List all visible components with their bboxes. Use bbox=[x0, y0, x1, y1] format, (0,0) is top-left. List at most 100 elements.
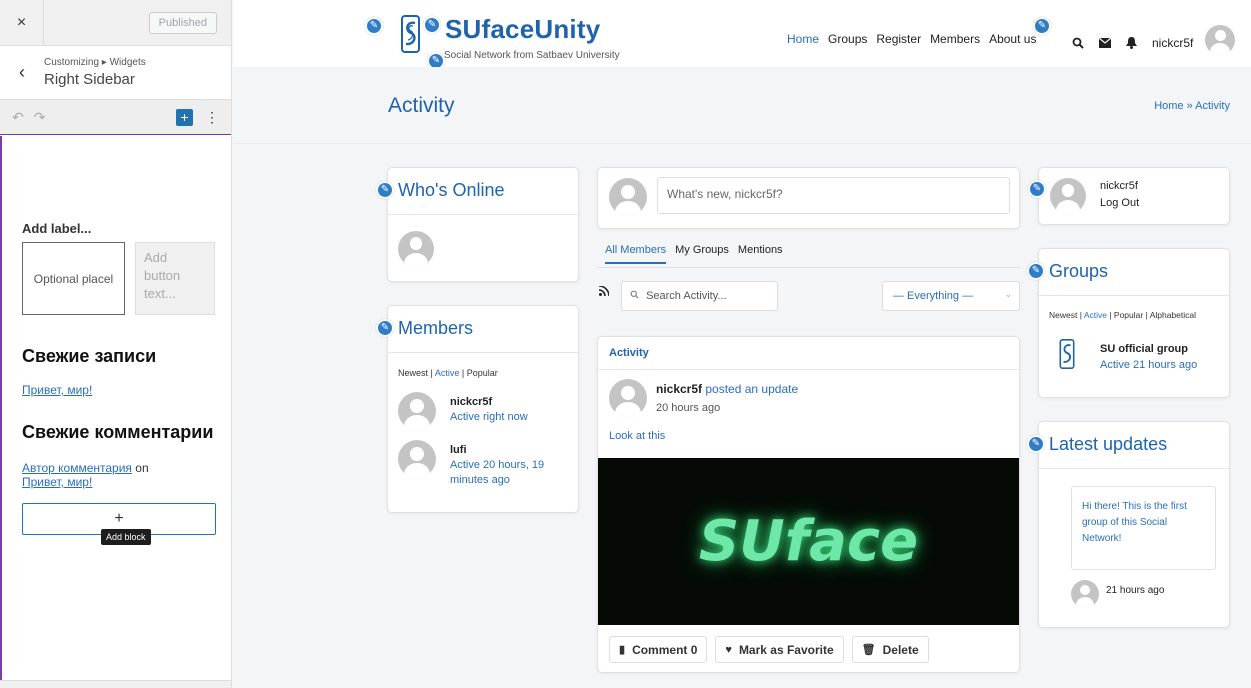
back-icon[interactable]: ‹ bbox=[0, 46, 44, 100]
comment-button[interactable]: ▮ Comment 0 bbox=[609, 636, 708, 663]
delete-button[interactable]: 🗑 Delete bbox=[851, 636, 929, 663]
nav-register[interactable]: Register bbox=[876, 32, 921, 46]
add-block-toggle-icon[interactable]: + bbox=[176, 108, 193, 126]
tab-mentions[interactable]: Mentions bbox=[738, 244, 783, 264]
activity-filter-select[interactable]: — Everything — ⌄ bbox=[882, 281, 1020, 311]
edit-pencil-icon[interactable]: ✎ bbox=[1027, 435, 1045, 453]
member-name[interactable]: lufi bbox=[450, 444, 560, 456]
mail-icon[interactable] bbox=[1099, 37, 1111, 48]
add-block-button[interactable]: + Add block bbox=[22, 503, 216, 545]
filter-popular[interactable]: Popular bbox=[1114, 310, 1143, 320]
widget-area: Add label... Optional placel Add button … bbox=[0, 136, 231, 681]
rss-icon[interactable] bbox=[599, 286, 609, 296]
widget-title: ✎ Who's Online bbox=[376, 168, 578, 215]
member-name[interactable]: nickcr5f bbox=[450, 396, 528, 408]
widget-title: ✎ Latest updates bbox=[1027, 422, 1229, 469]
close-icon[interactable]: × bbox=[0, 0, 44, 46]
comment-on-text: on bbox=[135, 461, 149, 475]
member-item: lufi Active 20 hours, 19 minutes ago bbox=[398, 440, 568, 488]
nav-home[interactable]: Home bbox=[787, 32, 819, 46]
nav-about[interactable]: About us bbox=[989, 32, 1036, 46]
edit-pencil-icon[interactable]: ✎ bbox=[1028, 180, 1046, 198]
edit-pencil-icon[interactable]: ✎ bbox=[1027, 262, 1045, 280]
customizer-panel: × Published ‹ Customizing ▸ Widgets Righ… bbox=[0, 0, 232, 688]
members-filters: Newest | Active | Popular bbox=[398, 368, 498, 378]
favorite-label: Mark as Favorite bbox=[738, 642, 834, 657]
tabs-divider bbox=[597, 267, 1020, 268]
trash-icon: 🗑 bbox=[861, 644, 876, 656]
breadcrumb[interactable]: Home » Activity bbox=[1154, 100, 1230, 112]
group-avatar-icon[interactable] bbox=[1059, 339, 1075, 369]
published-button[interactable]: Published bbox=[148, 11, 217, 34]
avatar[interactable] bbox=[1050, 178, 1086, 214]
filter-newest[interactable]: Newest bbox=[398, 368, 428, 378]
recent-posts-heading: Свежие записи bbox=[22, 346, 157, 366]
latest-updates-widget: ✎ Latest updates Hi there! This is the f… bbox=[1027, 421, 1230, 628]
customizer-section-title: Right Sidebar bbox=[44, 71, 135, 88]
latest-updates-title: Latest updates bbox=[1049, 434, 1168, 454]
customizer-footer bbox=[0, 680, 231, 688]
avatar[interactable] bbox=[609, 379, 647, 417]
whats-new-input[interactable]: What's new, nickcr5f? bbox=[657, 177, 1010, 214]
user-name[interactable]: nickcr5f bbox=[1100, 180, 1138, 192]
recent-comments-heading: Свежие комментарии bbox=[22, 422, 214, 442]
header-username[interactable]: nickcr5f bbox=[1152, 36, 1193, 50]
filter-active[interactable]: Active bbox=[1084, 310, 1107, 320]
tab-all-members[interactable]: All Members bbox=[605, 244, 667, 264]
edit-pencil-icon[interactable]: ✎ bbox=[1033, 17, 1051, 35]
more-options-icon[interactable]: ⋮ bbox=[205, 109, 219, 126]
customizer-topbar: × Published bbox=[0, 0, 231, 46]
chevron-down-icon: ⌄ bbox=[1004, 289, 1012, 299]
site-logo-text[interactable]: SUfaceUnity bbox=[445, 14, 600, 45]
bell-icon[interactable] bbox=[1126, 36, 1137, 49]
nav-groups[interactable]: Groups bbox=[828, 32, 867, 46]
search-icon[interactable] bbox=[1072, 37, 1084, 49]
comment-post-link[interactable]: Привет, мир! bbox=[22, 475, 92, 489]
comment-author-link[interactable]: Автор комментария bbox=[22, 461, 132, 475]
block-button-text[interactable]: Add button text... bbox=[135, 242, 215, 315]
edit-pencil-icon[interactable]: ✎ bbox=[423, 16, 441, 34]
filter-popular[interactable]: Popular bbox=[467, 368, 498, 378]
placeholder-input[interactable]: Optional placel bbox=[22, 242, 125, 315]
activity-entry: nickcr5f posted an update 20 hours ago L… bbox=[598, 370, 1019, 458]
avatar[interactable] bbox=[398, 392, 436, 430]
filter-newest[interactable]: Newest bbox=[1049, 310, 1077, 320]
groups-filters: Newest | Active | Popular | Alphabetical bbox=[1049, 310, 1196, 320]
filter-selected: — Everything — bbox=[893, 290, 974, 302]
recent-comment-item: Автор комментария on Привет, мир! bbox=[22, 461, 217, 489]
redo-icon[interactable]: ↷ bbox=[34, 109, 46, 126]
edit-pencil-icon[interactable]: ✎ bbox=[376, 181, 394, 199]
edit-pencil-icon[interactable]: ✎ bbox=[376, 319, 394, 337]
logo-icon[interactable] bbox=[401, 15, 420, 53]
edit-pencil-icon[interactable]: ✎ bbox=[365, 17, 383, 35]
group-name[interactable]: SU official group bbox=[1100, 343, 1188, 355]
search-placeholder: Search Activity... bbox=[646, 290, 727, 302]
activity-image[interactable]: SUface bbox=[598, 458, 1019, 625]
filter-active[interactable]: Active bbox=[435, 368, 460, 378]
form-label[interactable]: Add label... bbox=[22, 221, 217, 236]
favorite-button[interactable]: ♥ Mark as Favorite bbox=[715, 636, 844, 663]
entry-action: posted an update bbox=[705, 382, 799, 396]
logout-link[interactable]: Log Out bbox=[1100, 197, 1139, 209]
entry-user[interactable]: nickcr5f bbox=[656, 382, 702, 396]
avatar[interactable] bbox=[398, 440, 436, 478]
recent-post-link[interactable]: Привет, мир! bbox=[22, 383, 217, 397]
header-avatar[interactable] bbox=[1205, 25, 1236, 55]
avatar[interactable] bbox=[398, 231, 434, 267]
avatar[interactable] bbox=[1071, 580, 1099, 608]
entry-time[interactable]: 20 hours ago bbox=[656, 402, 720, 414]
members-widget: ✎ Members Newest | Active | Popular nick… bbox=[376, 305, 579, 513]
undo-icon[interactable]: ↶ bbox=[12, 109, 24, 126]
nav-members[interactable]: Members bbox=[930, 32, 980, 46]
header-actions: nickcr5f bbox=[1072, 25, 1236, 55]
avatar[interactable] bbox=[609, 178, 647, 216]
activity-search-input[interactable]: Search Activity... bbox=[621, 281, 778, 311]
update-bubble[interactable]: Hi there! This is the first group of thi… bbox=[1071, 486, 1216, 570]
groups-widget: ✎ Groups Newest | Active | Popular | Alp… bbox=[1027, 248, 1230, 398]
add-block-tooltip: Add block bbox=[101, 529, 151, 545]
filter-alphabetical[interactable]: Alphabetical bbox=[1150, 310, 1196, 320]
site-tagline: Social Network from Satbaev University bbox=[444, 50, 620, 61]
update-time: 21 hours ago bbox=[1106, 585, 1165, 596]
tab-my-groups[interactable]: My Groups bbox=[675, 244, 729, 264]
comment-icon: ▮ bbox=[619, 644, 626, 656]
